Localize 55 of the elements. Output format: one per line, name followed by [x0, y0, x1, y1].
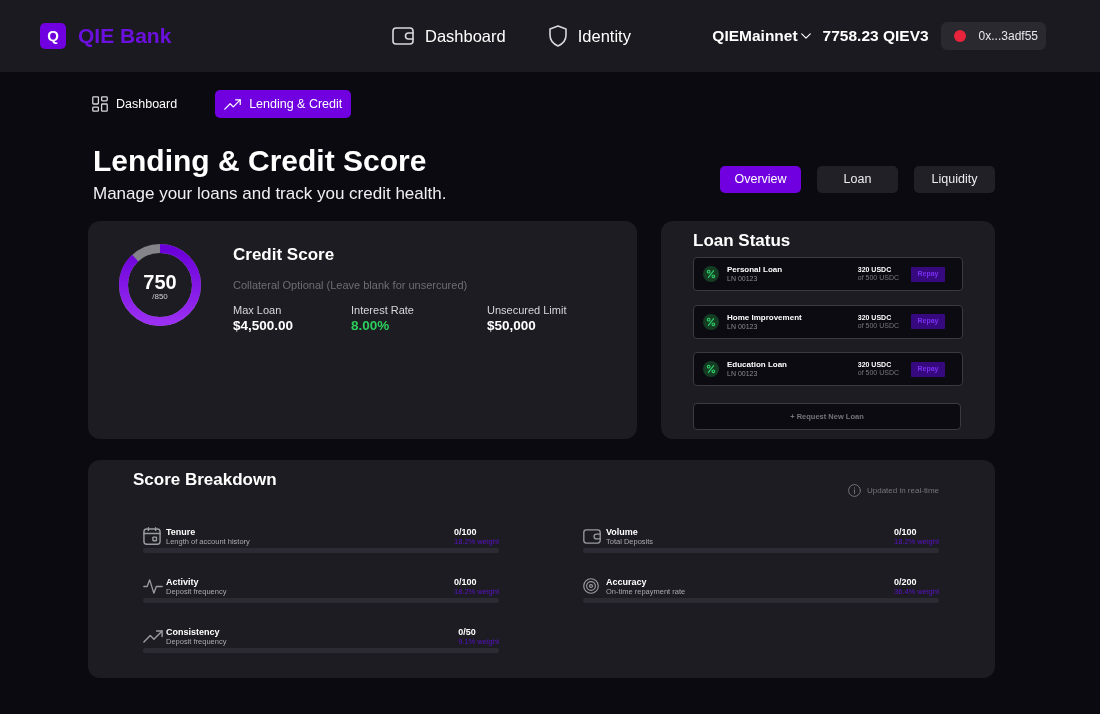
metric-score: 0/100	[893, 526, 917, 537]
wallet-button[interactable]: 0x...3adf55	[940, 22, 1046, 50]
wallet-icon	[583, 528, 601, 544]
percent-icon	[703, 361, 719, 377]
pulse-icon	[143, 578, 163, 594]
page-subtitle: Manage your loans and track you credit health.	[93, 184, 447, 204]
trend-up-icon	[224, 98, 242, 110]
metric-name: Tenure	[166, 526, 196, 537]
stat-value: $50,000	[487, 318, 536, 334]
chevron-down-icon	[800, 33, 811, 39]
nav-link[interactable]: Identity	[548, 23, 631, 49]
stat-value: $4,500.00	[233, 318, 294, 334]
grid-icon	[92, 96, 108, 112]
status-dot-icon	[953, 30, 966, 42]
update-note: Updated in real-time	[866, 484, 939, 497]
breadcrumb-tab[interactable]: Lending & Credit	[215, 90, 352, 118]
stat-label: Max Loan	[233, 303, 282, 317]
stat-label: Interest Rate	[351, 303, 414, 317]
shield-icon	[548, 25, 567, 47]
loan-name: Education Loan	[727, 360, 787, 370]
metric-score: 0/100	[453, 576, 477, 587]
target-icon	[583, 578, 599, 594]
brand-name: QIE Bank	[78, 23, 172, 50]
network-selector[interactable]: QIEMainnet	[712, 24, 811, 48]
card-title: Credit Score	[233, 245, 335, 265]
loan-name: Home Improvement	[727, 312, 802, 323]
metric-name: Accuracy	[606, 576, 647, 587]
tab[interactable]: Overview	[720, 166, 801, 193]
info-icon	[847, 484, 861, 497]
breadcrumb-tab[interactable]: Dashboard	[83, 90, 187, 118]
metric-score: 0/200	[893, 576, 917, 587]
trend-up-icon	[143, 629, 163, 643]
card-note: Collateral Optional (Leave blank for unsercured)	[233, 278, 468, 292]
score-max: /850	[152, 292, 168, 301]
balance-text: 7758.23 QIEV3	[822, 26, 929, 47]
metric-name: Activity	[166, 576, 199, 587]
card-title: Loan Status	[693, 231, 791, 251]
calendar-icon	[143, 527, 161, 545]
stat-label: Unsecured Limit	[487, 303, 567, 317]
stat-value: 8.00%	[351, 318, 390, 334]
tab[interactable]: Liquidity	[914, 166, 995, 193]
loan-name: Personal Loan	[727, 265, 783, 275]
metric-name: Volume	[606, 526, 638, 537]
percent-icon	[703, 266, 719, 282]
card-title: Score Breakdown	[133, 470, 277, 490]
page-title: Lending & Credit Score	[93, 143, 427, 179]
metric-name: Consistency	[166, 626, 220, 637]
score-value: 750	[143, 272, 177, 292]
wallet-icon	[392, 27, 414, 45]
nav-link[interactable]: Dashboard	[392, 23, 506, 49]
logo-mark: Q	[40, 23, 66, 49]
percent-icon	[703, 313, 719, 330]
tab[interactable]: Loan	[817, 166, 898, 193]
metric-score: 0/50	[458, 626, 476, 637]
metric-score: 0/100	[453, 526, 477, 537]
